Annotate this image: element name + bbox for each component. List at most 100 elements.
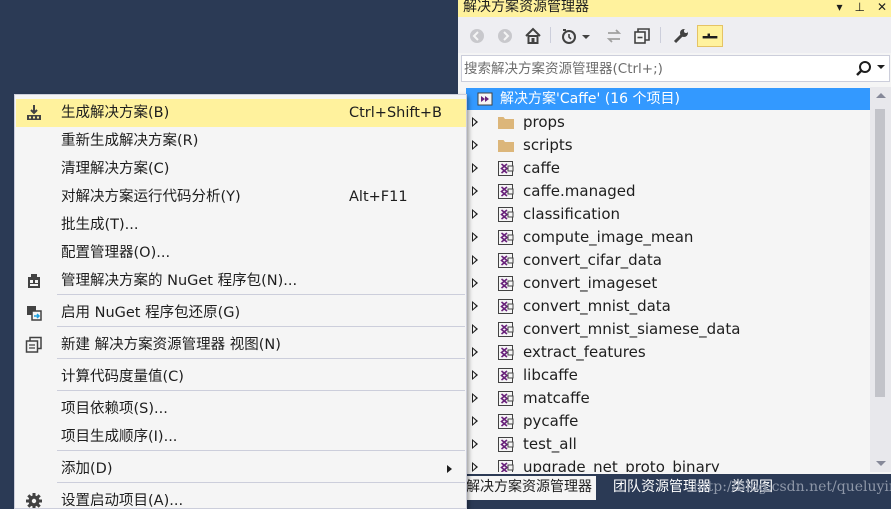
filter-dropdown-button[interactable] xyxy=(580,25,592,47)
menu-item-add-submenu[interactable]: 添加(D) xyxy=(16,455,466,483)
back-icon xyxy=(470,29,484,43)
expand-arrow[interactable] xyxy=(472,186,478,196)
blog-watermark: http://blog.csdn.net/queluying xyxy=(693,479,891,495)
menu-item-label: 重新生成解决方案(R) xyxy=(61,133,199,149)
home-button[interactable] xyxy=(522,25,544,47)
expand-arrow[interactable] xyxy=(472,255,478,265)
menu-item-label: 对解决方案运行代码分析(Y) xyxy=(61,189,241,205)
tree-node-caffe[interactable]: caffe xyxy=(458,157,870,180)
tree-node-upgrade-net-proto-binary[interactable]: upgrade_net_proto_binary xyxy=(458,456,870,472)
properties-button[interactable] xyxy=(670,25,692,47)
tree-node-label: caffe xyxy=(523,159,561,177)
expand-arrow[interactable] xyxy=(472,416,478,426)
menu-item-project-build-order[interactable]: 项目生成顺序(I)... xyxy=(16,423,466,451)
preview-selected-items-button[interactable] xyxy=(697,25,723,47)
menu-item-project-dependencies[interactable]: 项目依赖项(S)... xyxy=(16,395,466,423)
tree-node-label: extract_features xyxy=(523,343,646,361)
menu-item-clean-solution[interactable]: 清理解决方案(C) xyxy=(16,155,466,183)
history-icon xyxy=(562,29,576,44)
scroll-down-arrow[interactable] xyxy=(876,461,886,466)
nuget-icon xyxy=(28,274,40,288)
menu-item-calculate-code-metrics[interactable]: 计算代码度量值(C) xyxy=(16,363,466,391)
menu-item-configuration-manager[interactable]: 配置管理器(O)... xyxy=(16,239,466,267)
project-icon xyxy=(498,368,514,383)
tree-node-matcaffe[interactable]: matcaffe xyxy=(458,387,870,410)
tree-root-label: 解决方案'Caffe' (16 个项目) xyxy=(500,91,680,107)
tree-node-extract-features[interactable]: extract_features xyxy=(458,341,870,364)
search-icon[interactable] xyxy=(855,60,873,78)
expand-arrow[interactable] xyxy=(472,140,478,150)
scroll-up-arrow[interactable] xyxy=(876,93,886,98)
expand-arrow[interactable] xyxy=(472,117,478,127)
gear-icon xyxy=(26,493,42,508)
expand-arrow[interactable] xyxy=(472,393,478,403)
tree-node-label: convert_cifar_data xyxy=(523,251,662,269)
vertical-scrollbar[interactable] xyxy=(870,87,891,472)
back-button[interactable] xyxy=(466,25,488,47)
tree-root-solution[interactable]: 解决方案'Caffe' (16 个项目) xyxy=(466,88,870,110)
menu-item-label: 批生成(T)... xyxy=(61,217,139,233)
tree-node-props[interactable]: props xyxy=(458,111,870,134)
project-icon xyxy=(498,207,514,222)
scrollbar-thumb[interactable] xyxy=(875,109,885,397)
folder-icon xyxy=(498,140,514,152)
tree-node-label: convert_mnist_data xyxy=(523,297,671,315)
tree-node-scripts[interactable]: scripts xyxy=(458,134,870,157)
tree-node-caffe-managed[interactable]: caffe.managed xyxy=(458,180,870,203)
tab-solution-explorer[interactable]: 解决方案资源管理器 xyxy=(462,476,596,500)
tree-node-convert-mnist-siamese-data[interactable]: convert_mnist_siamese_data xyxy=(458,318,870,341)
project-icon xyxy=(498,391,514,406)
collapse-all-button[interactable] xyxy=(631,25,653,47)
pending-changes-filter-button[interactable] xyxy=(558,25,580,47)
auto-hide-pin-button[interactable]: ⊥ xyxy=(854,0,864,15)
sync-active-document-button[interactable] xyxy=(603,25,625,47)
tree-node-label: convert_mnist_siamese_data xyxy=(523,320,741,338)
tree-node-test-all[interactable]: test_all xyxy=(458,433,870,456)
tree-node-convert-cifar-data[interactable]: convert_cifar_data xyxy=(458,249,870,272)
menu-item-label: 新建 解决方案资源管理器 视图(N) xyxy=(61,337,281,353)
tree-node-libcaffe[interactable]: libcaffe xyxy=(458,364,870,387)
sync-icon xyxy=(606,29,622,43)
tree-node-pycaffe[interactable]: pycaffe xyxy=(458,410,870,433)
menu-separator xyxy=(57,450,465,451)
menu-item-set-startup-projects[interactable]: 设置启动项目(A)... xyxy=(16,487,466,508)
expand-arrow[interactable] xyxy=(472,209,478,219)
forward-icon xyxy=(498,29,512,43)
expand-arrow[interactable] xyxy=(472,278,478,288)
solution-explorer-panel: 解决方案资源管理器 ▾ ⊥ ✕ 搜索解决方案资源管理器(Ctrl+;) 解决方案… xyxy=(458,0,891,509)
tree-node-classification[interactable]: classification xyxy=(458,203,870,226)
expand-arrow[interactable] xyxy=(472,347,478,357)
expand-arrow[interactable] xyxy=(472,232,478,242)
tree-node-compute-image-mean[interactable]: compute_image_mean xyxy=(458,226,870,249)
tree-node-label: convert_imageset xyxy=(523,274,658,292)
tree-node-convert-imageset[interactable]: convert_imageset xyxy=(458,272,870,295)
menu-item-batch-build[interactable]: 批生成(T)... xyxy=(16,211,466,239)
menu-item-build-solution[interactable]: 生成解决方案(B) Ctrl+Shift+B xyxy=(16,99,466,127)
tree-node-convert-mnist-data[interactable]: convert_mnist_data xyxy=(458,295,870,318)
search-input[interactable] xyxy=(464,59,844,79)
expand-arrow[interactable] xyxy=(472,301,478,311)
menu-separator xyxy=(57,390,465,391)
expand-arrow[interactable] xyxy=(472,370,478,380)
tree-node-label: upgrade_net_proto_binary xyxy=(523,458,720,472)
menu-item-label: 项目生成顺序(I)... xyxy=(61,429,178,445)
close-panel-button[interactable]: ✕ xyxy=(877,0,887,15)
solution-context-menu: 生成解决方案(B) Ctrl+Shift+B 重新生成解决方案(R) 清理解决方案(C… xyxy=(14,94,467,509)
menu-item-rebuild-solution[interactable]: 重新生成解决方案(R) xyxy=(16,127,466,155)
menu-item-enable-nuget-restore[interactable]: 启用 NuGet 程序包还原(G) xyxy=(16,299,466,327)
package-restore-icon xyxy=(27,306,42,321)
forward-button[interactable] xyxy=(494,25,516,47)
search-options-dropdown[interactable] xyxy=(877,65,885,69)
tree-node-label: libcaffe xyxy=(523,366,578,384)
menu-item-manage-nuget-packages[interactable]: 管理解决方案的 NuGet 程序包(N)... xyxy=(16,267,466,295)
menu-item-run-code-analysis[interactable]: 对解决方案运行代码分析(Y) Alt+F11 xyxy=(16,183,466,211)
search-box[interactable] xyxy=(461,55,890,82)
expand-arrow[interactable] xyxy=(472,324,478,334)
expand-arrow[interactable] xyxy=(472,462,478,472)
project-icon xyxy=(498,184,514,199)
expand-arrow[interactable] xyxy=(472,163,478,173)
expand-arrow[interactable] xyxy=(472,439,478,449)
menu-item-new-solution-explorer-view[interactable]: 新建 解决方案资源管理器 视图(N) xyxy=(16,331,466,359)
window-position-dropdown-button[interactable]: ▾ xyxy=(836,0,842,15)
menu-item-shortcut: Ctrl+Shift+B xyxy=(349,105,443,121)
